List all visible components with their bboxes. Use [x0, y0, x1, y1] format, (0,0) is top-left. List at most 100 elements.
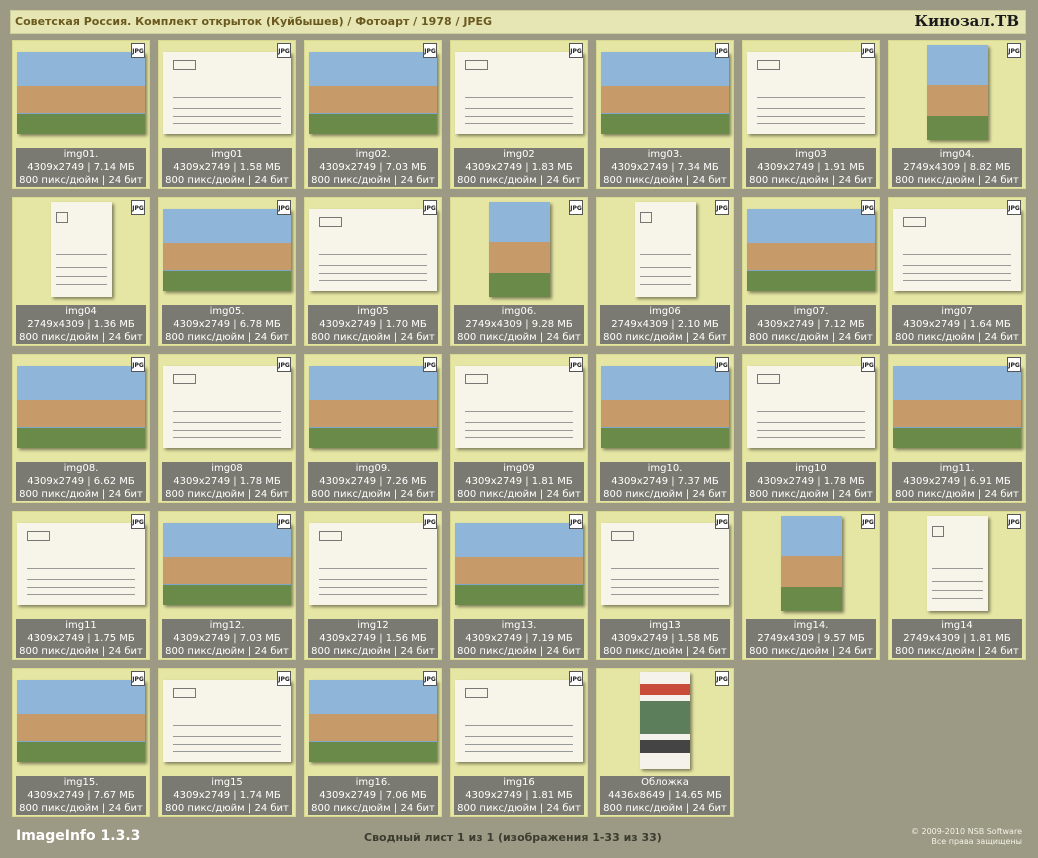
image-dimensions: 4309x2749 | 7.19 МБ: [465, 633, 573, 644]
thumbnail-cell[interactable]: JPG img02. 4309x2749 | 7.03 МБ 800 пикс/дюй…: [304, 40, 442, 189]
thumbnail-cell[interactable]: JPG img06 2749x4309 | 2.10 МБ 800 пикс/дюйм…: [596, 197, 734, 346]
image-resolution: 800 пикс/дюйм | 24 бит: [311, 332, 435, 343]
postcard-back-thumbnail: [747, 366, 875, 448]
image-filename: img14: [941, 620, 973, 631]
thumbnail-image-area: [889, 198, 1025, 299]
thumbnail-image-area: [597, 41, 733, 142]
image-info-panel: img08. 4309x2749 | 6.62 МБ 800 пикс/дюйм |…: [16, 462, 146, 501]
thumbnail-cell[interactable]: JPG img10. 4309x2749 | 7.37 МБ 800 пикс/дюй…: [596, 354, 734, 503]
copyright-text: © 2009-2010 NSB Software: [910, 827, 1022, 836]
photo-thumbnail: [489, 202, 550, 297]
thumbnail-cell[interactable]: JPG img03. 4309x2749 | 7.34 МБ 800 пикс/дюй…: [596, 40, 734, 189]
thumbnail-image-area: [13, 512, 149, 613]
jpg-file-icon: JPG: [715, 357, 729, 372]
thumbnail-cell[interactable]: JPG img15. 4309x2749 | 7.67 МБ 800 пикс/дюй…: [12, 668, 150, 817]
jpg-file-icon: JPG: [715, 200, 729, 215]
jpg-file-icon: JPG: [1007, 43, 1021, 58]
jpg-file-icon: JPG: [569, 671, 583, 686]
thumbnail-cell[interactable]: JPG img11 4309x2749 | 1.75 МБ 800 пикс/дюйм…: [12, 511, 150, 660]
image-resolution: 800 пикс/дюйм | 24 бит: [895, 489, 1019, 500]
postcard-back-thumbnail: [455, 680, 583, 762]
thumbnail-cell[interactable]: JPG img04 2749x4309 | 1.36 МБ 800 пикс/дюйм…: [12, 197, 150, 346]
thumbnail-image-area: [451, 355, 587, 456]
thumbnail-cell[interactable]: JPG img07 4309x2749 | 1.64 МБ 800 пикс/дюйм…: [888, 197, 1026, 346]
image-resolution: 800 пикс/дюйм | 24 бит: [457, 803, 581, 814]
image-info-panel: img16. 4309x2749 | 7.06 МБ 800 пикс/дюйм |…: [308, 776, 438, 815]
image-dimensions: 4309x2749 | 1.58 МБ: [173, 162, 281, 173]
thumbnail-image-area: [305, 355, 441, 456]
image-info-panel: img02. 4309x2749 | 7.03 МБ 800 пикс/дюйм |…: [308, 148, 438, 187]
image-dimensions: 4309x2749 | 1.74 МБ: [173, 790, 281, 801]
thumbnail-cell[interactable]: JPG img16. 4309x2749 | 7.06 МБ 800 пикс/дюй…: [304, 668, 442, 817]
thumbnail-cell[interactable]: JPG img07. 4309x2749 | 7.12 МБ 800 пикс/дюй…: [742, 197, 880, 346]
thumbnail-image-area: [597, 669, 733, 770]
image-dimensions: 4309x2749 | 7.03 МБ: [173, 633, 281, 644]
image-info-panel: img13. 4309x2749 | 7.19 МБ 800 пикс/дюйм |…: [454, 619, 584, 658]
rights-text: Все права защищены: [931, 837, 1022, 846]
thumbnail-cell[interactable]: JPG img12 4309x2749 | 1.56 МБ 800 пикс/дюйм…: [304, 511, 442, 660]
thumbnail-cell[interactable]: JPG img12. 4309x2749 | 7.03 МБ 800 пикс/дюй…: [158, 511, 296, 660]
jpg-file-icon: JPG: [861, 514, 875, 529]
image-info-panel: img05. 4309x2749 | 6.78 МБ 800 пикс/дюйм |…: [162, 305, 292, 344]
thumbnail-cell[interactable]: JPG Обложка 4436x8649 | 14.65 МБ 800 пикс/д…: [596, 668, 734, 817]
image-resolution: 800 пикс/дюйм | 24 бит: [165, 175, 289, 186]
thumbnail-image-area: [305, 669, 441, 770]
thumbnail-cell[interactable]: JPG img08. 4309x2749 | 6.62 МБ 800 пикс/дюй…: [12, 354, 150, 503]
image-resolution: 800 пикс/дюйм | 24 бит: [165, 489, 289, 500]
image-info-panel: img08 4309x2749 | 1.78 МБ 800 пикс/дюйм | …: [162, 462, 292, 501]
thumbnail-cell[interactable]: JPG img10 4309x2749 | 1.78 МБ 800 пикс/дюйм…: [742, 354, 880, 503]
image-filename: img10: [795, 463, 827, 474]
image-resolution: 800 пикс/дюйм | 24 бит: [603, 803, 727, 814]
image-resolution: 800 пикс/дюйм | 24 бит: [895, 332, 1019, 343]
thumbnail-cell[interactable]: JPG img11. 4309x2749 | 6.91 МБ 800 пикс/дюй…: [888, 354, 1026, 503]
thumbnail-cell[interactable]: JPG img08 4309x2749 | 1.78 МБ 800 пикс/дюйм…: [158, 354, 296, 503]
image-dimensions: 4309x2749 | 6.78 МБ: [173, 319, 281, 330]
thumbnail-cell[interactable]: JPG img01. 4309x2749 | 7.14 МБ 800 пикс/дюй…: [12, 40, 150, 189]
photo-thumbnail: [781, 516, 842, 611]
thumbnail-cell[interactable]: JPG img13 4309x2749 | 1.58 МБ 800 пикс/дюйм…: [596, 511, 734, 660]
thumbnail-image-area: [743, 355, 879, 456]
thumbnail-cell[interactable]: JPG img01 4309x2749 | 1.58 МБ 800 пикс/дюйм…: [158, 40, 296, 189]
photo-thumbnail: [601, 366, 729, 448]
thumbnail-cell[interactable]: JPG img06. 2749x4309 | 9.28 МБ 800 пикс/дюй…: [450, 197, 588, 346]
jpg-file-icon: JPG: [131, 43, 145, 58]
postcard-back-thumbnail: [747, 52, 875, 134]
image-resolution: 800 пикс/дюйм | 24 бит: [603, 489, 727, 500]
image-filename: img02: [503, 149, 535, 160]
image-resolution: 800 пикс/дюйм | 24 бит: [19, 175, 143, 186]
image-info-panel: img03. 4309x2749 | 7.34 МБ 800 пикс/дюйм |…: [600, 148, 730, 187]
image-dimensions: 4309x2749 | 1.81 МБ: [465, 476, 573, 487]
postcard-back-thumbnail: [17, 523, 145, 605]
thumbnail-cell[interactable]: JPG img05. 4309x2749 | 6.78 МБ 800 пикс/дюй…: [158, 197, 296, 346]
jpg-file-icon: JPG: [1007, 514, 1021, 529]
thumbnail-cell[interactable]: JPG img09 4309x2749 | 1.81 МБ 800 пикс/дюйм…: [450, 354, 588, 503]
thumbnail-cell[interactable]: JPG img13. 4309x2749 | 7.19 МБ 800 пикс/дюй…: [450, 511, 588, 660]
image-filename: img06: [649, 306, 681, 317]
image-info-panel: img05 4309x2749 | 1.70 МБ 800 пикс/дюйм | …: [308, 305, 438, 344]
photo-thumbnail: [309, 52, 437, 134]
image-dimensions: 4309x2749 | 7.26 МБ: [319, 476, 427, 487]
thumbnail-image-area: [305, 41, 441, 142]
thumbnail-cell[interactable]: JPG img04. 2749x4309 | 8.82 МБ 800 пикс/дюй…: [888, 40, 1026, 189]
thumbnail-cell[interactable]: JPG img05 4309x2749 | 1.70 МБ 800 пикс/дюйм…: [304, 197, 442, 346]
thumbnail-cell[interactable]: JPG img09. 4309x2749 | 7.26 МБ 800 пикс/дюй…: [304, 354, 442, 503]
image-resolution: 800 пикс/дюйм | 24 бит: [603, 175, 727, 186]
image-info-panel: img12. 4309x2749 | 7.03 МБ 800 пикс/дюйм |…: [162, 619, 292, 658]
image-resolution: 800 пикс/дюйм | 24 бит: [311, 489, 435, 500]
thumbnail-cell[interactable]: JPG img03 4309x2749 | 1.91 МБ 800 пикс/дюйм…: [742, 40, 880, 189]
image-info-panel: img07 4309x2749 | 1.64 МБ 800 пикс/дюйм | …: [892, 305, 1022, 344]
image-info-panel: img04. 2749x4309 | 8.82 МБ 800 пикс/дюйм |…: [892, 148, 1022, 187]
image-resolution: 800 пикс/дюйм | 24 бит: [19, 646, 143, 657]
jpg-file-icon: JPG: [423, 43, 437, 58]
thumbnail-cell[interactable]: JPG img15 4309x2749 | 1.74 МБ 800 пикс/дюйм…: [158, 668, 296, 817]
thumbnail-cell[interactable]: JPG img14. 2749x4309 | 9.57 МБ 800 пикс/дюй…: [742, 511, 880, 660]
thumbnail-image-area: [159, 198, 295, 299]
thumbnail-cell[interactable]: JPG img16 4309x2749 | 1.81 МБ 800 пикс/дюйм…: [450, 668, 588, 817]
thumbnail-image-area: [451, 41, 587, 142]
thumbnail-cell[interactable]: JPG img02 4309x2749 | 1.83 МБ 800 пикс/дюйм…: [450, 40, 588, 189]
image-filename: img08: [211, 463, 243, 474]
thumbnail-cell[interactable]: JPG img14 2749x4309 | 1.81 МБ 800 пикс/дюйм…: [888, 511, 1026, 660]
image-filename: img01.: [63, 149, 99, 160]
image-info-panel: img11 4309x2749 | 1.75 МБ 800 пикс/дюйм | …: [16, 619, 146, 658]
image-dimensions: 4309x2749 | 1.81 МБ: [465, 790, 573, 801]
